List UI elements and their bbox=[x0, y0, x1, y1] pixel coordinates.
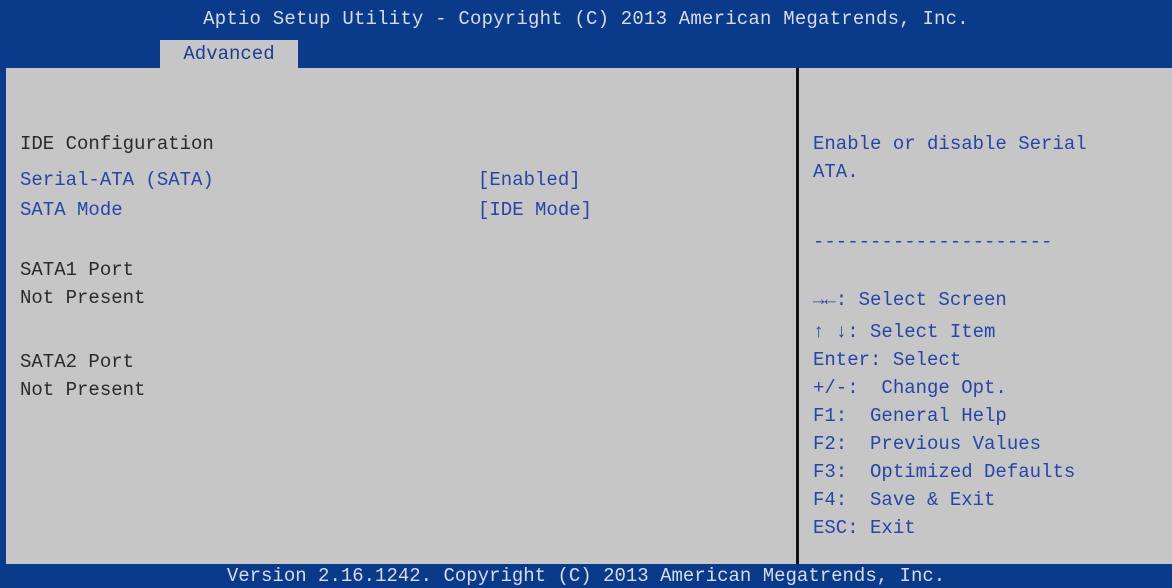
key-hint-f4: F4: Save & Exit bbox=[813, 489, 996, 511]
sata-mode-value[interactable]: [IDE Mode] bbox=[478, 198, 592, 222]
key-hint-esc: ESC: Exit bbox=[813, 517, 916, 539]
sata-mode-label[interactable]: SATA Mode bbox=[20, 198, 123, 222]
sata-setting-value[interactable]: [Enabled] bbox=[478, 168, 581, 192]
key-hint-select-item: ↑ ↓: Select Item bbox=[813, 321, 996, 343]
sata-setting-label[interactable]: Serial-ATA (SATA) bbox=[20, 168, 214, 192]
key-hint-f1: F1: General Help bbox=[813, 405, 1007, 427]
tab-strip: Advanced bbox=[0, 38, 1172, 68]
footer-text: Version 2.16.1242. Copyright (C) 2013 Am… bbox=[226, 565, 946, 587]
footer-bar: Version 2.16.1242. Copyright (C) 2013 Am… bbox=[0, 564, 1172, 588]
help-panel: Enable or disable Serial ATA. ----------… bbox=[799, 68, 1172, 564]
title-bar: Aptio Setup Utility - Copyright (C) 2013… bbox=[0, 0, 1172, 38]
tab-advanced-label: Advanced bbox=[183, 43, 275, 65]
key-hint-enter: Enter: Select bbox=[813, 349, 962, 371]
help-description-line1: Enable or disable Serial bbox=[813, 133, 1087, 155]
tab-advanced[interactable]: Advanced bbox=[160, 40, 298, 68]
settings-panel: IDE Configuration Serial-ATA (SATA) [Ena… bbox=[6, 68, 796, 564]
key-hint-change-opt: +/-: Change Opt. bbox=[813, 377, 1007, 399]
sata2-port-label: SATA2 Port bbox=[20, 351, 135, 373]
key-hint-select-screen: →←: Select Screen bbox=[813, 289, 1007, 311]
key-hint-f2: F2: Previous Values bbox=[813, 433, 1042, 455]
sata2-port-status: Not Present bbox=[20, 379, 146, 401]
bios-setup-screen: Aptio Setup Utility - Copyright (C) 2013… bbox=[0, 0, 1172, 588]
sata1-port-status: Not Present bbox=[20, 287, 146, 309]
sata1-port-label: SATA1 Port bbox=[20, 259, 135, 281]
key-hint-f3: F3: Optimized Defaults bbox=[813, 461, 1076, 483]
title-text: Aptio Setup Utility - Copyright (C) 2013… bbox=[203, 8, 969, 30]
section-title: IDE Configuration bbox=[20, 133, 214, 155]
help-description-line2: ATA. bbox=[813, 161, 859, 183]
help-separator: --------------------- bbox=[813, 231, 1053, 253]
